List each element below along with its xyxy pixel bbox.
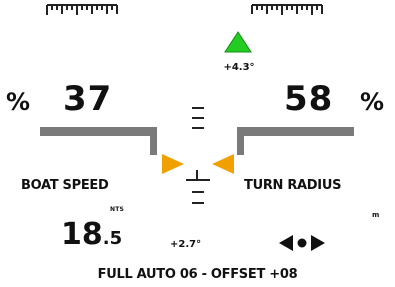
boat-speed-label: BOAT SPEED: [21, 178, 109, 193]
status-line: FULL AUTO 06 - OFFSET +08: [97, 267, 298, 282]
boat-speed-decimal: .5: [102, 228, 123, 249]
right-gauge-value: 58: [284, 79, 334, 119]
left-scale: [46, 4, 118, 15]
left-percent-sign: %: [6, 88, 31, 116]
rudder-delta-readout: +4.3°: [223, 62, 255, 73]
triangle-up-icon: [224, 31, 252, 53]
boat-speed-integer: 18: [61, 217, 103, 252]
turn-radius-unit: m: [372, 211, 380, 219]
left-tick-scale: [46, 4, 323, 15]
center-heading-indicator: [162, 107, 234, 204]
right-gauge-bar: [237, 127, 354, 136]
autopilot-screen: +4.3° % 37 58 % BOAT SPEED TURN RADIUS N…: [0, 0, 395, 287]
steer-right-arrow-icon: [212, 154, 234, 174]
heading-offset-readout: +2.7°: [170, 239, 202, 250]
speed-unit: NTS: [110, 206, 125, 213]
left-gauge-value: 37: [63, 79, 113, 119]
right-percent-sign: %: [360, 88, 385, 116]
turn-radius-label: TURN RADIUS: [244, 178, 342, 193]
boat-speed-value: 18.5: [61, 220, 122, 250]
right-scale: [251, 4, 323, 15]
steer-left-arrow-icon: [162, 154, 184, 174]
left-dot-right-icon[interactable]: [277, 233, 327, 253]
left-gauge-bar: [40, 127, 156, 136]
